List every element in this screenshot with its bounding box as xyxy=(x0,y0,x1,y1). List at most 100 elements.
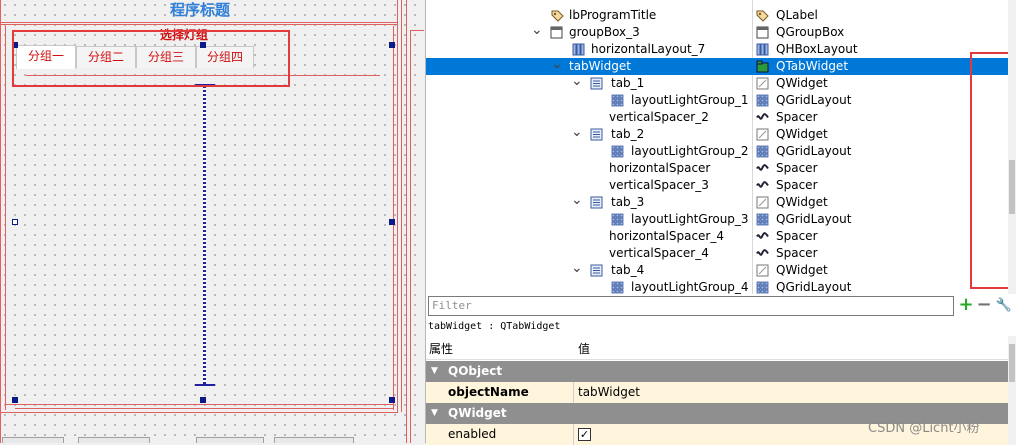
tree-row[interactable]: ⌄ tab_3 QWidget xyxy=(426,193,1008,211)
resize-handle[interactable] xyxy=(389,42,395,48)
spacer-cap xyxy=(195,384,215,386)
canvas-border xyxy=(410,30,424,31)
canvas-border xyxy=(0,24,398,25)
tree-row-name: groupBox_3 xyxy=(569,25,640,39)
tree-row-class: QGridLayout xyxy=(776,212,852,226)
resize-handle[interactable] xyxy=(12,397,18,403)
tab-page-icon xyxy=(590,264,603,277)
scrollbar-thumb[interactable] xyxy=(1009,160,1015,214)
category-qobject[interactable]: ▼ QObject xyxy=(426,361,1009,382)
bottom-button[interactable] xyxy=(196,437,264,443)
resize-handle[interactable] xyxy=(389,397,395,403)
tree-row[interactable]: ⌄ tab_1 QWidget xyxy=(426,74,1008,92)
chevron-down-icon[interactable]: ⌄ xyxy=(571,193,583,207)
enabled-checkbox[interactable]: ✓ xyxy=(578,428,591,441)
tree-row[interactable]: verticalSpacer_2 Spacer xyxy=(426,109,1008,126)
canvas-border xyxy=(401,0,402,412)
chevron-down-icon[interactable]: ▼ xyxy=(431,361,438,382)
tree-row[interactable]: layoutLightGroup_3 QGridLayout xyxy=(426,211,1008,228)
program-title[interactable]: 程序标题 xyxy=(0,0,400,22)
grid-layout-icon xyxy=(756,213,769,226)
tree-row-name: tab_2 xyxy=(611,127,645,141)
resize-handle[interactable] xyxy=(200,397,206,403)
canvas-border xyxy=(406,0,407,443)
chevron-down-icon[interactable]: ▼ xyxy=(431,403,438,424)
grid-layout-icon xyxy=(756,94,769,107)
tree-row-class: QWidget xyxy=(776,76,828,90)
tree-row-class: Spacer xyxy=(776,229,818,243)
tabwidget-icon xyxy=(756,60,769,73)
chevron-down-icon[interactable]: ⌄ xyxy=(571,74,583,88)
canvas-border xyxy=(0,22,398,23)
tree-row[interactable]: horizontalSpacer_4 Spacer xyxy=(426,228,1008,245)
grid-layout-icon xyxy=(611,281,624,294)
tree-row[interactable]: ⌄ tab_2 QWidget xyxy=(426,125,1008,143)
remove-property-button[interactable]: − xyxy=(976,296,992,316)
spacer-icon xyxy=(756,230,769,243)
tree-row-class: QLabel xyxy=(776,8,818,22)
filter-input[interactable]: Filter xyxy=(428,296,954,316)
tree-row-class: QWidget xyxy=(776,263,828,277)
tab-page-icon xyxy=(590,196,603,209)
spacer-icon xyxy=(756,162,769,175)
property-name: objectName xyxy=(448,385,529,399)
tree-row-name: verticalSpacer_4 xyxy=(609,246,709,260)
tree-row-name: tab_3 xyxy=(611,195,645,209)
grid-layout-icon xyxy=(611,145,624,158)
object-inspector-tree[interactable]: lbProgramTitle QLabel ⌄ groupBox_3 QGroupBox… xyxy=(425,0,1008,294)
widget-icon xyxy=(756,196,769,209)
annotation-box xyxy=(12,30,290,87)
spacer-icon xyxy=(756,179,769,192)
wrench-icon[interactable]: 🔧 xyxy=(994,296,1014,316)
tree-row[interactable]: layoutLightGroup_1 QGridLayout xyxy=(426,92,1008,109)
widget-icon xyxy=(756,128,769,141)
resize-handle[interactable] xyxy=(12,219,18,225)
chevron-down-icon[interactable]: ⌄ xyxy=(571,261,583,275)
scrollbar-thumb[interactable] xyxy=(1009,344,1015,382)
tree-row[interactable]: verticalSpacer_4 Spacer xyxy=(426,245,1008,262)
vertical-spacer[interactable] xyxy=(195,84,215,386)
resize-handle[interactable] xyxy=(389,219,395,225)
chevron-down-icon[interactable]: ⌄ xyxy=(571,125,583,139)
category-label: QObject xyxy=(448,364,503,378)
tree-row-class: QGroupBox xyxy=(776,25,845,39)
tree-row[interactable]: verticalSpacer_3 Spacer xyxy=(426,177,1008,194)
hbox-layout-icon xyxy=(572,43,585,56)
tree-row-class: QHBoxLayout xyxy=(776,42,858,56)
grid-layout-icon xyxy=(756,145,769,158)
tree-row[interactable]: horizontalSpacer Spacer xyxy=(426,160,1008,177)
tree-row-name: layoutLightGroup_2 xyxy=(631,144,749,158)
tree-row[interactable]: ⌄ groupBox_3 QGroupBox xyxy=(426,23,1008,41)
bottom-button[interactable] xyxy=(2,437,64,443)
tab-page-icon xyxy=(590,77,603,90)
tree-row-class: Spacer xyxy=(776,110,818,124)
object-class-label: tabWidget : QTabWidget xyxy=(428,321,561,332)
property-value[interactable]: tabWidget xyxy=(578,382,640,403)
tree-row-class: Spacer xyxy=(776,246,818,260)
form-canvas[interactable]: 程序标题 选择灯组 分组一 分组二 分组三 分组四 xyxy=(0,0,424,443)
tree-row-name: verticalSpacer_3 xyxy=(609,178,709,192)
tree-row-class: QGridLayout xyxy=(776,93,852,107)
header-value: 值 xyxy=(578,342,591,356)
canvas-border xyxy=(5,26,6,410)
tree-row[interactable]: ⌄ tabWidget QTabWidget xyxy=(426,57,1008,75)
bottom-button[interactable] xyxy=(78,437,150,443)
chevron-down-icon[interactable]: ⌄ xyxy=(531,23,543,37)
tree-row[interactable]: horizontalLayout_7 QHBoxLayout xyxy=(426,41,1008,58)
add-property-button[interactable]: + xyxy=(957,296,975,316)
tree-row-name: horizontalLayout_7 xyxy=(591,42,706,56)
tree-scrollbar[interactable] xyxy=(1008,0,1016,294)
bottom-button[interactable] xyxy=(274,437,354,443)
widget-icon xyxy=(756,77,769,90)
tree-row[interactable]: lbProgramTitle QLabel xyxy=(426,7,1008,24)
tree-row[interactable]: ⌄ tab_4 QWidget xyxy=(426,261,1008,279)
tree-row-name: tab_1 xyxy=(611,76,645,90)
properties-scrollbar[interactable] xyxy=(1008,336,1016,443)
tree-row-class: QWidget xyxy=(776,195,828,209)
chevron-down-icon[interactable]: ⌄ xyxy=(551,57,563,71)
property-row-objectname[interactable]: objectName tabWidget xyxy=(426,382,1009,403)
watermark: CSDN @Licht小粉 xyxy=(868,421,980,436)
groupbox-icon xyxy=(756,26,769,39)
tree-row[interactable]: layoutLightGroup_2 QGridLayout xyxy=(426,143,1008,160)
tree-row[interactable]: layoutLightGroup_4 QGridLayout xyxy=(426,279,1008,294)
